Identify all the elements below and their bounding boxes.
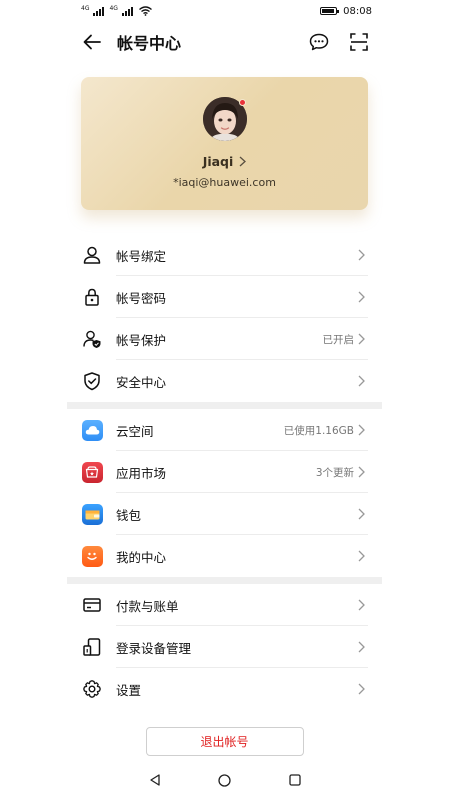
account-email: *iaqi@huawei.com — [173, 176, 276, 189]
list-item-account-password[interactable]: 帐号密码 — [67, 276, 382, 318]
chevron-right-icon — [358, 683, 365, 695]
chevron-right-icon — [358, 550, 365, 562]
chevron-right-icon — [358, 508, 365, 520]
list-item-cloud[interactable]: 云空间 已使用1.16GB — [67, 409, 382, 451]
clock: 08:08 — [343, 5, 372, 17]
nav-back-icon — [149, 774, 160, 786]
signal-icon — [93, 6, 105, 16]
username: Jiaqi — [202, 154, 234, 169]
list-item-account-protection[interactable]: 帐号保护 已开启 — [67, 318, 382, 360]
appgallery-icon — [81, 461, 103, 483]
list-item-settings[interactable]: 设置 — [67, 668, 382, 710]
system-nav-bar — [67, 766, 382, 794]
group-divider — [67, 577, 382, 584]
list-item-label: 安全中心 — [116, 374, 167, 390]
nav-recent-icon — [288, 774, 301, 786]
back-button[interactable] — [81, 31, 103, 53]
signal-icon — [121, 6, 133, 16]
settings-list: 帐号绑定 帐号密码 帐号保护 已开启 安全中心 云空间 已使用1.16GB 应用… — [67, 234, 382, 710]
wallet-app-icon — [81, 503, 103, 525]
list-item-wallet[interactable]: 钱包 — [67, 493, 382, 535]
network-type-1: 4G — [81, 4, 90, 12]
list-item-device-management[interactable]: 登录设备管理 — [67, 626, 382, 668]
scan-button[interactable] — [346, 29, 372, 55]
chevron-right-icon — [358, 466, 365, 478]
list-item-label: 付款与账单 — [116, 598, 179, 614]
notification-badge — [238, 99, 246, 106]
list-item-label: 设置 — [116, 682, 142, 698]
devices-icon — [83, 638, 101, 656]
chevron-right-icon — [358, 599, 365, 611]
chevron-right-icon — [358, 249, 365, 261]
list-item-label: 我的中心 — [116, 549, 167, 565]
gear-icon — [83, 680, 101, 698]
network-type-2: 4G — [109, 4, 118, 12]
profile-card[interactable]: Jiaqi *iaqi@huawei.com — [81, 77, 368, 210]
chevron-right-icon — [358, 375, 365, 387]
list-item-label: 应用市场 — [116, 465, 167, 481]
group-divider — [67, 402, 382, 409]
list-item-payment-billing[interactable]: 付款与账单 — [67, 584, 382, 626]
cloud-app-icon — [81, 419, 103, 441]
list-item-label: 登录设备管理 — [116, 640, 192, 656]
list-item-label: 帐号密码 — [116, 290, 167, 306]
list-item-my-center[interactable]: 我的中心 — [67, 535, 382, 577]
list-item-value: 已开启 — [322, 333, 355, 346]
status-bar: 4G 4G 08:08 — [67, 0, 382, 22]
page-title: 帐号中心 — [117, 34, 182, 53]
person-icon — [83, 246, 101, 264]
chevron-right-icon — [358, 641, 365, 653]
list-item-label: 钱包 — [116, 507, 142, 523]
signal-indicators: 4G 4G — [81, 4, 152, 16]
nav-home-icon — [218, 773, 231, 787]
lock-icon — [85, 288, 99, 306]
list-item-account-binding[interactable]: 帐号绑定 — [67, 234, 382, 276]
card-icon — [83, 598, 101, 612]
shield-icon — [84, 372, 100, 391]
list-item-label: 云空间 — [116, 423, 154, 439]
account-protection-icon — [83, 330, 101, 348]
list-item-security-center[interactable]: 安全中心 — [67, 360, 382, 402]
chevron-right-icon — [358, 333, 365, 345]
username-row[interactable]: Jiaqi — [81, 154, 368, 169]
back-arrow-icon — [83, 34, 101, 50]
scan-icon — [350, 33, 368, 51]
chevron-right-icon — [358, 291, 365, 303]
nav-recent-button[interactable] — [287, 772, 303, 788]
chevron-right-icon — [358, 424, 365, 436]
list-item-value: 3个更新 — [315, 466, 354, 479]
wifi-icon — [138, 6, 152, 16]
logout-button[interactable]: 退出帐号 — [145, 727, 304, 756]
account-center-screen: 4G 4G 08:08 帐号中心 Jiaqi *iaqi@huawei.com … — [67, 0, 382, 800]
list-item-label: 帐号绑定 — [116, 248, 167, 264]
message-button[interactable] — [306, 29, 332, 55]
battery-icon — [320, 7, 340, 15]
list-item-value: 已使用1.16GB — [283, 424, 354, 437]
list-item-label: 帐号保护 — [116, 332, 167, 348]
chevron-right-icon — [239, 156, 247, 167]
nav-back-button[interactable] — [147, 772, 163, 788]
message-icon — [309, 33, 329, 51]
nav-home-button[interactable] — [217, 772, 233, 788]
list-item-app-market[interactable]: 应用市场 3个更新 — [67, 451, 382, 493]
header-bar: 帐号中心 — [67, 22, 382, 62]
my-center-icon — [81, 545, 103, 567]
